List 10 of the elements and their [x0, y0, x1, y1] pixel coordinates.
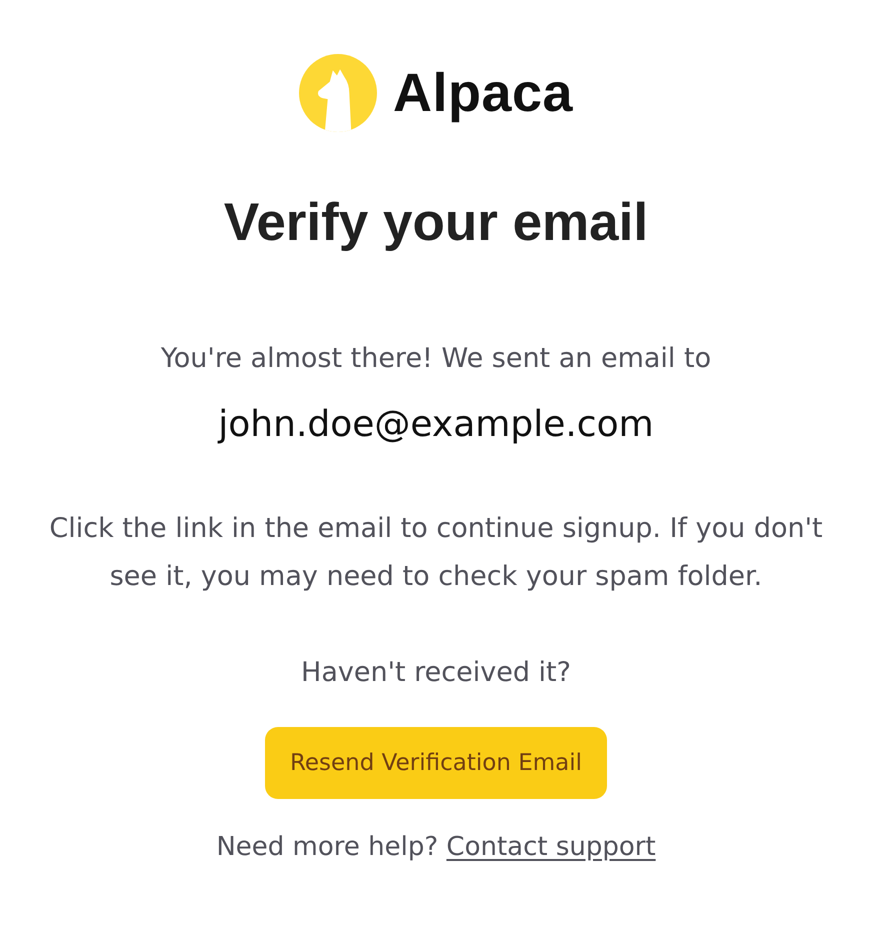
intro-text: You're almost there! We sent an email to — [160, 342, 712, 376]
instructions-text: Click the link in the email to continue signup. If you don't see it, you may need to check your spam folder. — [48, 512, 824, 594]
logo-wordmark: Alpaca — [392, 66, 574, 120]
resend-verification-button[interactable]: Resend Verification Email — [265, 727, 607, 800]
help-text: Need more help? Contact support — [216, 831, 656, 864]
resend-prompt: Haven't received it? — [301, 656, 571, 690]
alpaca-logo-icon — [298, 54, 377, 132]
page-heading: Verify your email — [224, 194, 648, 252]
email-address: john.doe@example.com — [218, 403, 654, 448]
contact-support-link[interactable]: Contact support — [446, 832, 656, 862]
